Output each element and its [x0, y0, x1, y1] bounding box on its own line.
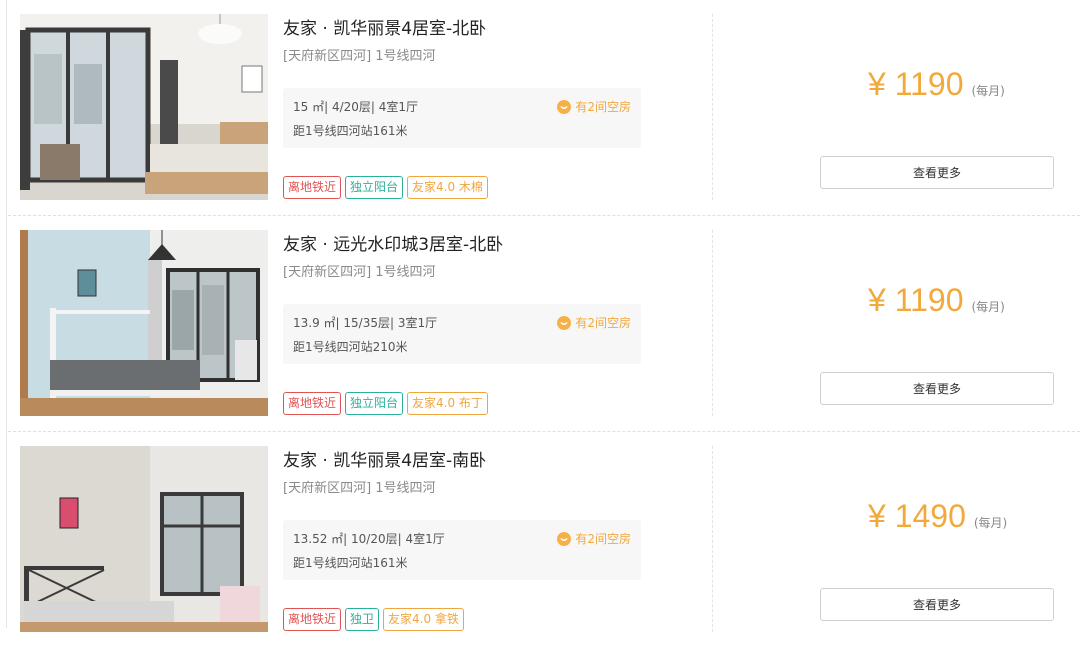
price-amount: ¥ 1490: [868, 498, 966, 534]
room-photo[interactable]: [20, 446, 268, 632]
listing-title[interactable]: 友家 · 凯华丽景4居室-北卧: [283, 14, 486, 39]
smile-icon: [557, 315, 572, 330]
vacancy-text: 有2间空房: [575, 100, 631, 114]
tag-feature: 独立阳台: [345, 392, 404, 415]
view-more-button[interactable]: 查看更多: [820, 156, 1054, 189]
listing-distance: 距1号线四河站161米: [293, 556, 408, 570]
vacancy-indicator: 有2间空房: [557, 314, 631, 331]
listing-card: 友家 · 凯华丽景4居室-北卧 [天府新区四河] 1号线四河 15 ㎡| 4/2…: [0, 0, 1080, 216]
listing-distance: 距1号线四河站161米: [293, 124, 408, 138]
vacancy-text: 有2间空房: [575, 316, 631, 330]
listing-info-box: 13.52 ㎡| 10/20层| 4室1厅 距1号线四河站161米 有2间空房: [283, 520, 641, 580]
listing-info-box: 13.9 ㎡| 15/35层| 3室1厅 距1号线四河站210米 有2间空房: [283, 304, 641, 364]
divider: [712, 14, 713, 200]
vacancy-indicator: 有2间空房: [557, 530, 631, 547]
tag-style: 友家4.0 布丁: [407, 392, 488, 415]
price: ¥ 1490 (每月): [868, 498, 1007, 535]
listing-specs: 13.9 ㎡| 15/35层| 3室1厅: [293, 316, 438, 330]
smile-icon: [557, 531, 572, 546]
divider: [712, 230, 713, 416]
listing-location: [天府新区四河] 1号线四河: [283, 481, 436, 496]
listing-title[interactable]: 友家 · 远光水印城3居室-北卧: [283, 230, 503, 255]
listing-distance: 距1号线四河站210米: [293, 340, 408, 354]
listing-location: [天府新区四河] 1号线四河: [283, 49, 436, 64]
listing-location: [天府新区四河] 1号线四河: [283, 265, 436, 280]
price: ¥ 1190 (每月): [868, 282, 1005, 319]
price: ¥ 1190 (每月): [868, 66, 1005, 103]
price-unit: (每月): [971, 84, 1005, 98]
tag-subway: 离地铁近: [283, 176, 342, 199]
price-amount: ¥ 1190: [868, 282, 964, 318]
listing-specs: 13.52 ㎡| 10/20层| 4室1厅: [293, 532, 445, 546]
divider: [712, 446, 713, 632]
vacancy-text: 有2间空房: [575, 532, 631, 546]
listing-info-box: 15 ㎡| 4/20层| 4室1厅 距1号线四河站161米 有2间空房: [283, 88, 641, 148]
view-more-button[interactable]: 查看更多: [820, 372, 1054, 405]
tag-feature: 独立阳台: [345, 176, 404, 199]
tag-subway: 离地铁近: [283, 392, 342, 415]
listing-card: 友家 · 凯华丽景4居室-南卧 [天府新区四河] 1号线四河 13.52 ㎡| …: [0, 432, 1080, 648]
vacancy-indicator: 有2间空房: [557, 98, 631, 115]
room-photo[interactable]: [20, 14, 268, 200]
listing-specs: 15 ㎡| 4/20层| 4室1厅: [293, 100, 419, 114]
price-amount: ¥ 1190: [868, 66, 964, 102]
listing-title[interactable]: 友家 · 凯华丽景4居室-南卧: [283, 446, 486, 471]
view-more-button[interactable]: 查看更多: [820, 588, 1054, 621]
room-photo[interactable]: [20, 230, 268, 416]
tag-list: 离地铁近 独立阳台 友家4.0 布丁: [283, 392, 488, 415]
tag-list: 离地铁近 独立阳台 友家4.0 木棉: [283, 176, 488, 199]
price-unit: (每月): [973, 516, 1008, 530]
tag-style: 友家4.0 木棉: [407, 176, 488, 199]
price-unit: (每月): [971, 300, 1005, 314]
listing-card: 友家 · 远光水印城3居室-北卧 [天府新区四河] 1号线四河 13.9 ㎡| …: [0, 216, 1080, 432]
smile-icon: [557, 99, 572, 114]
